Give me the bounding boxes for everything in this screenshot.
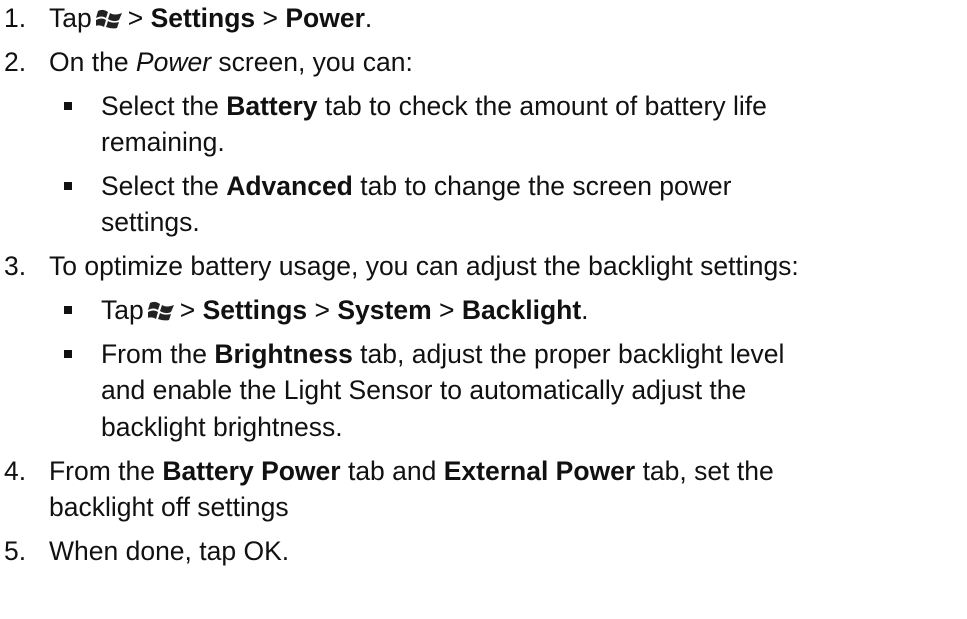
- step-number: 3.: [4, 251, 27, 281]
- instruction-document: 1. Tap > Settings > Power. 2. On the Powe…: [4, 3, 799, 566]
- tab-name-battery: Battery: [226, 91, 318, 121]
- menu-path-settings: Settings: [150, 3, 256, 33]
- step-number: 1.: [4, 3, 27, 33]
- step-number: 2.: [4, 47, 27, 77]
- bullet-marker: [64, 306, 72, 314]
- tab-name-external-power: External Power: [443, 456, 636, 486]
- tab-name-battery-power: Battery Power: [162, 456, 341, 486]
- windows-start-icon: [95, 9, 122, 29]
- menu-path-system: System: [337, 295, 432, 325]
- step-5-text: When done, tap OK.: [49, 536, 290, 566]
- bullet-marker: [64, 182, 72, 190]
- step-1-text: Tap > Settings > Power.: [49, 3, 373, 33]
- step-2-text: On the Power screen, you can:: [49, 47, 413, 77]
- menu-path-backlight: Backlight: [461, 295, 582, 325]
- windows-start-icon: [147, 301, 174, 321]
- bullet-marker: [64, 102, 72, 110]
- step-3-text: To optimize battery usage, you can adjus…: [49, 251, 799, 281]
- menu-path-settings: Settings: [202, 295, 308, 325]
- bullet-marker: [64, 350, 72, 358]
- menu-path-power: Power: [285, 3, 365, 33]
- step-number: 4.: [4, 456, 27, 486]
- tab-name-advanced: Advanced: [226, 171, 353, 201]
- step-4-text: From the Battery Power tab and External …: [49, 456, 774, 486]
- tab-name-brightness: Brightness: [214, 339, 353, 369]
- step-number: 5.: [4, 536, 27, 566]
